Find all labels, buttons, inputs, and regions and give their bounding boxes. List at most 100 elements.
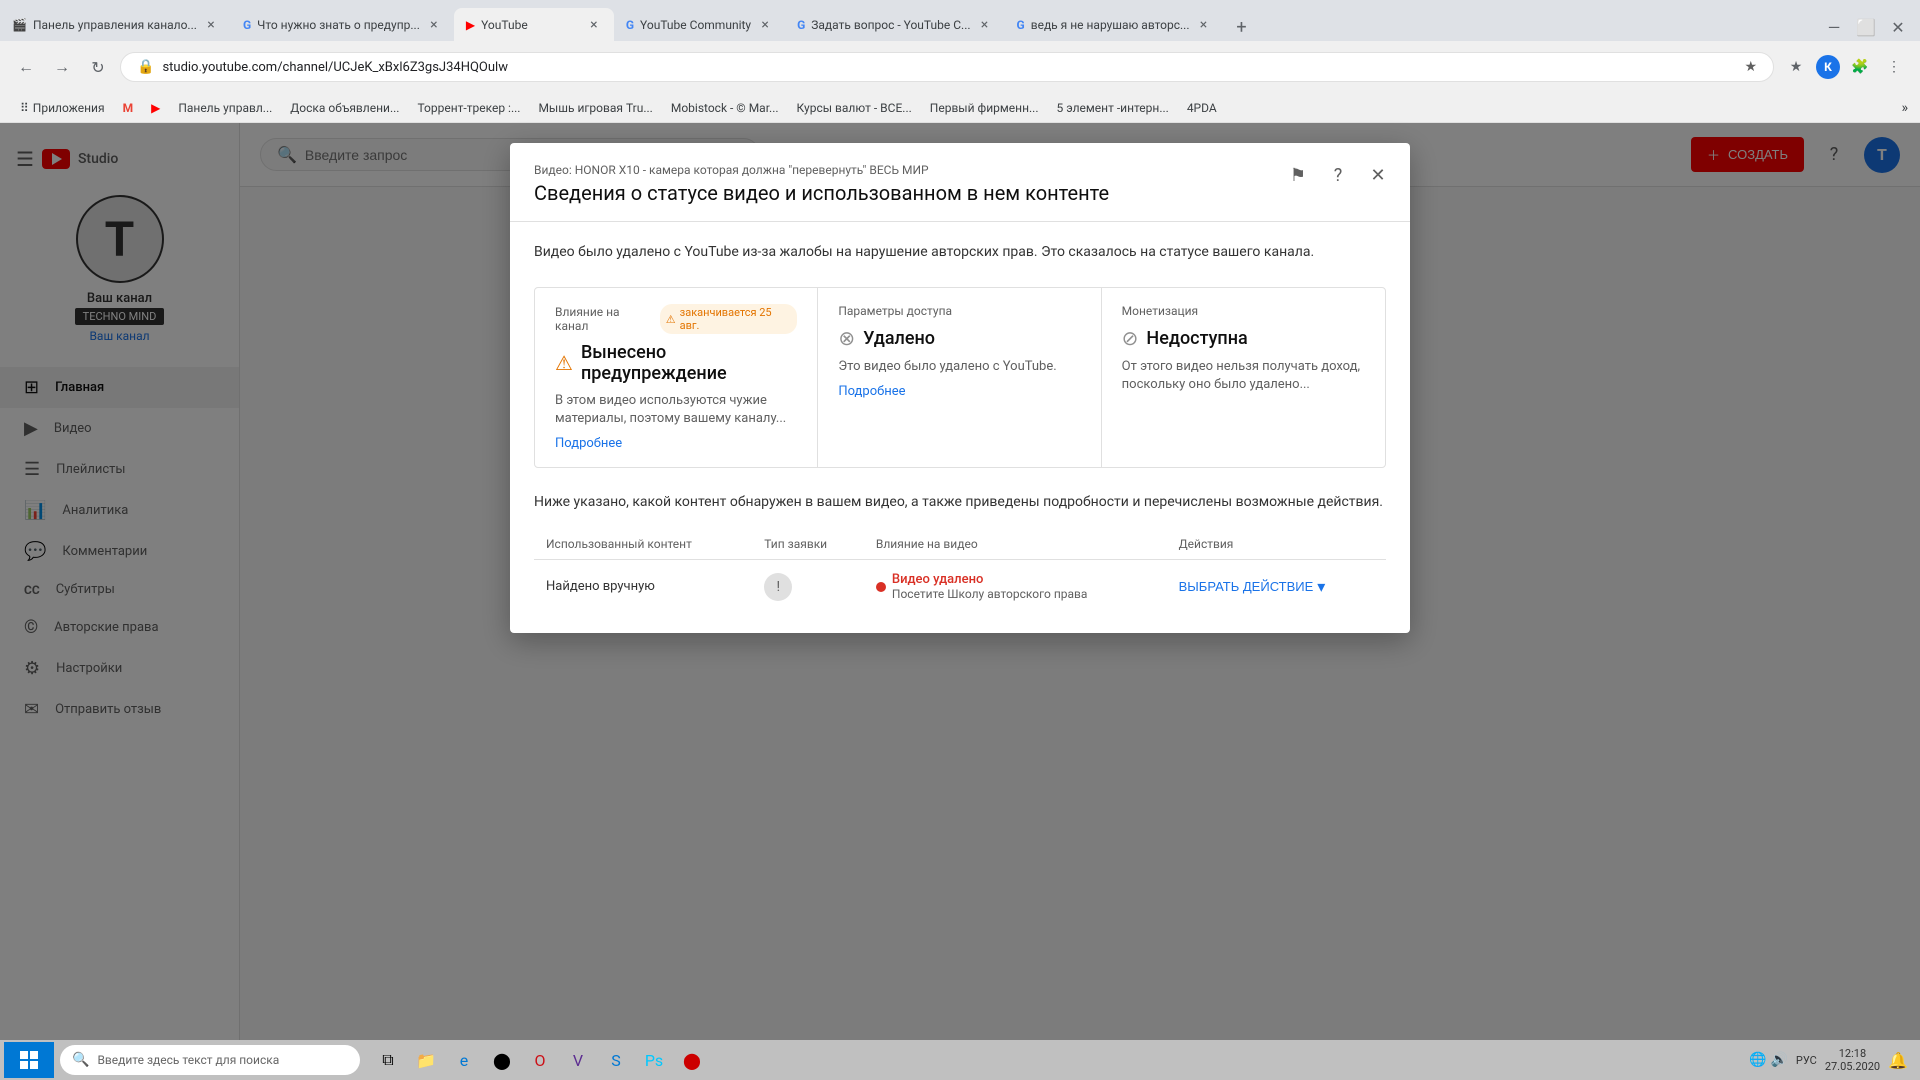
dev-tool-1-button[interactable]: V <box>560 1042 596 1078</box>
lang-indicator: РУС <box>1796 1054 1817 1067</box>
tab4-close[interactable]: × <box>757 17 773 33</box>
tab4-favicon: G <box>626 18 634 32</box>
url-text: studio.youtube.com/channel/UCJeK_xBxl6Z3… <box>162 60 1736 75</box>
recording-button[interactable]: ⬤ <box>674 1042 710 1078</box>
tab-3[interactable]: ▶ YouTube × <box>454 8 614 41</box>
modal-overlay[interactable]: Видео: HONOR X10 - камера которая должна… <box>0 123 1920 1080</box>
bookmark-board[interactable]: Доска объявлени... <box>282 98 407 118</box>
bookmark-4pda[interactable]: 4PDA <box>1179 98 1225 118</box>
impact-cell: Видео удалено Посетите Школу авторского … <box>864 560 1167 614</box>
taskbar-tray: 🌐 🔊 РУС <box>1749 1052 1821 1068</box>
status-card-access-header: Параметры доступа <box>838 304 1080 318</box>
tab3-favicon: ▶ <box>466 18 475 32</box>
new-tab-button[interactable]: + <box>1228 13 1256 41</box>
modal-body: Видео было удалено с YouTube из-за жалоб… <box>510 222 1410 633</box>
bookmark-mouse[interactable]: Мышь игровая Tru... <box>530 98 660 118</box>
tab4-title: YouTube Community <box>640 18 751 32</box>
taskbar-clock: 12:18 27.05.2020 <box>1825 1047 1880 1073</box>
tab6-title: ведь я не нарушаю авторс... <box>1031 18 1190 32</box>
back-button[interactable]: ← <box>12 53 40 81</box>
bookmark-rates[interactable]: Курсы валют - ВСЕ... <box>789 98 920 118</box>
tab1-title: Панель управления канало... <box>33 18 197 32</box>
tab5-favicon: G <box>797 18 805 32</box>
th-impact: Влияние на видео <box>864 529 1167 560</box>
help-icon-button[interactable]: ? <box>1322 159 1354 191</box>
address-bar[interactable]: 🔒 studio.youtube.com/channel/UCJeK_xBxl6… <box>120 52 1774 82</box>
edge-icon: e <box>460 1051 468 1070</box>
bookmark-apps[interactable]: ⠿ Приложения <box>12 98 113 118</box>
app-container: ☰ Studio T Ваш канал TECHNO MIND Ваш кан… <box>0 123 1920 1080</box>
opera-icon: O <box>534 1051 545 1070</box>
status-card-monetization: Монетизация ⊘ Недоступна От этого видео … <box>1102 288 1385 467</box>
video-removed-badge: Видео удалено Посетите Школу авторского … <box>876 572 1155 601</box>
tab-5[interactable]: G Задать вопрос - YouTube C... × <box>785 8 1004 41</box>
modal-description: Видео было удалено с YouTube из-за жалоб… <box>534 242 1386 263</box>
warning-badge: ⚠ заканчивается 25 авг. <box>660 304 798 334</box>
opera-button[interactable]: O <box>522 1042 558 1078</box>
bookmark-yt[interactable]: ▶ <box>143 98 168 118</box>
status-card-channel: Влияние на канал ⚠ заканчивается 25 авг.… <box>535 288 818 467</box>
dev-tool-2-button[interactable]: S <box>598 1042 634 1078</box>
bookmark-first[interactable]: Первый фирменн... <box>922 98 1047 118</box>
bookmark-5elem[interactable]: 5 элемент -интерн... <box>1049 98 1177 118</box>
action-btn-label: ВЫБРАТЬ ДЕЙСТВИЕ <box>1179 579 1314 594</box>
minimize-button[interactable]: — <box>1820 13 1848 41</box>
taskbar-items: ⧉ 📁 e ⬤ O V S Ps ⬤ <box>370 1042 710 1078</box>
notification-bell-icon[interactable]: 🔔 <box>1888 1051 1908 1070</box>
task-view-button[interactable]: ⧉ <box>370 1042 406 1078</box>
bookmark-mobi[interactable]: Mobistock - © Mar... <box>663 98 787 118</box>
bookmark-panel[interactable]: Панель управл... <box>170 98 280 118</box>
close-window-button[interactable]: ✕ <box>1884 13 1912 41</box>
tab6-favicon: G <box>1017 18 1025 32</box>
tab2-close[interactable]: × <box>426 17 442 33</box>
tab-1[interactable]: 🎬 Панель управления канало... × <box>0 8 231 41</box>
browser-controls: ← → ↻ 🔒 studio.youtube.com/channel/UCJeK… <box>0 41 1920 93</box>
tab-6[interactable]: G ведь я не нарушаю авторс... × <box>1005 8 1224 41</box>
channel-impact-label: Влияние на канал <box>555 305 654 333</box>
reload-button[interactable]: ↻ <box>84 53 112 81</box>
access-details-link[interactable]: Подробнее <box>838 384 1080 399</box>
status-card-monetization-desc: От этого видео нельзя получать доход, по… <box>1122 358 1365 394</box>
profile-icon[interactable]: К <box>1816 55 1840 79</box>
chrome-icon: ⬤ <box>493 1051 511 1070</box>
task-view-icon: ⧉ <box>382 1050 393 1070</box>
tab-4[interactable]: G YouTube Community × <box>614 8 785 41</box>
choose-action-button[interactable]: ВЫБРАТЬ ДЕЙСТВИЕ ▾ <box>1179 577 1326 597</box>
chrome-button[interactable]: ⬤ <box>484 1042 520 1078</box>
apps-icon: ⠿ <box>20 101 29 115</box>
tab-2[interactable]: G Что нужно знать о предупр... × <box>231 8 454 41</box>
monetization-label: Монетизация <box>1122 304 1198 318</box>
bookmark-icon[interactable]: ★ <box>1782 53 1810 81</box>
file-explorer-button[interactable]: 📁 <box>408 1042 444 1078</box>
modal: Видео: HONOR X10 - камера которая должна… <box>510 143 1410 633</box>
tab3-close[interactable]: × <box>586 17 602 33</box>
start-button[interactable] <box>4 1042 54 1078</box>
edge-button[interactable]: e <box>446 1042 482 1078</box>
network-icon[interactable]: 🌐 <box>1749 1052 1766 1068</box>
tab5-close[interactable]: × <box>977 17 993 33</box>
volume-icon[interactable]: 🔊 <box>1770 1052 1787 1068</box>
photoshop-icon: Ps <box>645 1051 663 1070</box>
tab1-close[interactable]: × <box>203 17 219 33</box>
taskbar-search[interactable]: 🔍 Введите здесь текст для поиска <box>60 1045 360 1075</box>
photoshop-button[interactable]: Ps <box>636 1042 672 1078</box>
bookmark-gmail[interactable]: M <box>115 98 142 118</box>
more-bookmarks-button[interactable]: » <box>1901 100 1908 116</box>
status-card-monetization-title-text: Недоступна <box>1146 328 1247 349</box>
tab6-close[interactable]: × <box>1196 17 1212 33</box>
content-table: Использованный контент Тип заявки Влияни… <box>534 529 1386 613</box>
report-icon-button[interactable]: ⚑ <box>1282 159 1314 191</box>
yt-icon: ▶ <box>151 101 160 115</box>
more-options-icon[interactable]: ⋮ <box>1880 53 1908 81</box>
maximize-button[interactable]: ⬜ <box>1852 13 1880 41</box>
bookmark-torrent[interactable]: Торрент-трекер :... <box>409 98 528 118</box>
access-label: Параметры доступа <box>838 304 952 318</box>
close-modal-button[interactable]: ✕ <box>1362 159 1394 191</box>
taskbar-search-text: Введите здесь текст для поиска <box>97 1053 279 1067</box>
forward-button[interactable]: → <box>48 53 76 81</box>
status-card-monetization-header: Монетизация <box>1122 304 1365 318</box>
content-table-section: Ниже указано, какой контент обнаружен в … <box>534 492 1386 613</box>
tab2-title: Что нужно знать о предупр... <box>257 18 420 32</box>
extensions-icon[interactable]: 🧩 <box>1846 53 1874 81</box>
channel-details-link[interactable]: Подробнее <box>555 436 797 451</box>
